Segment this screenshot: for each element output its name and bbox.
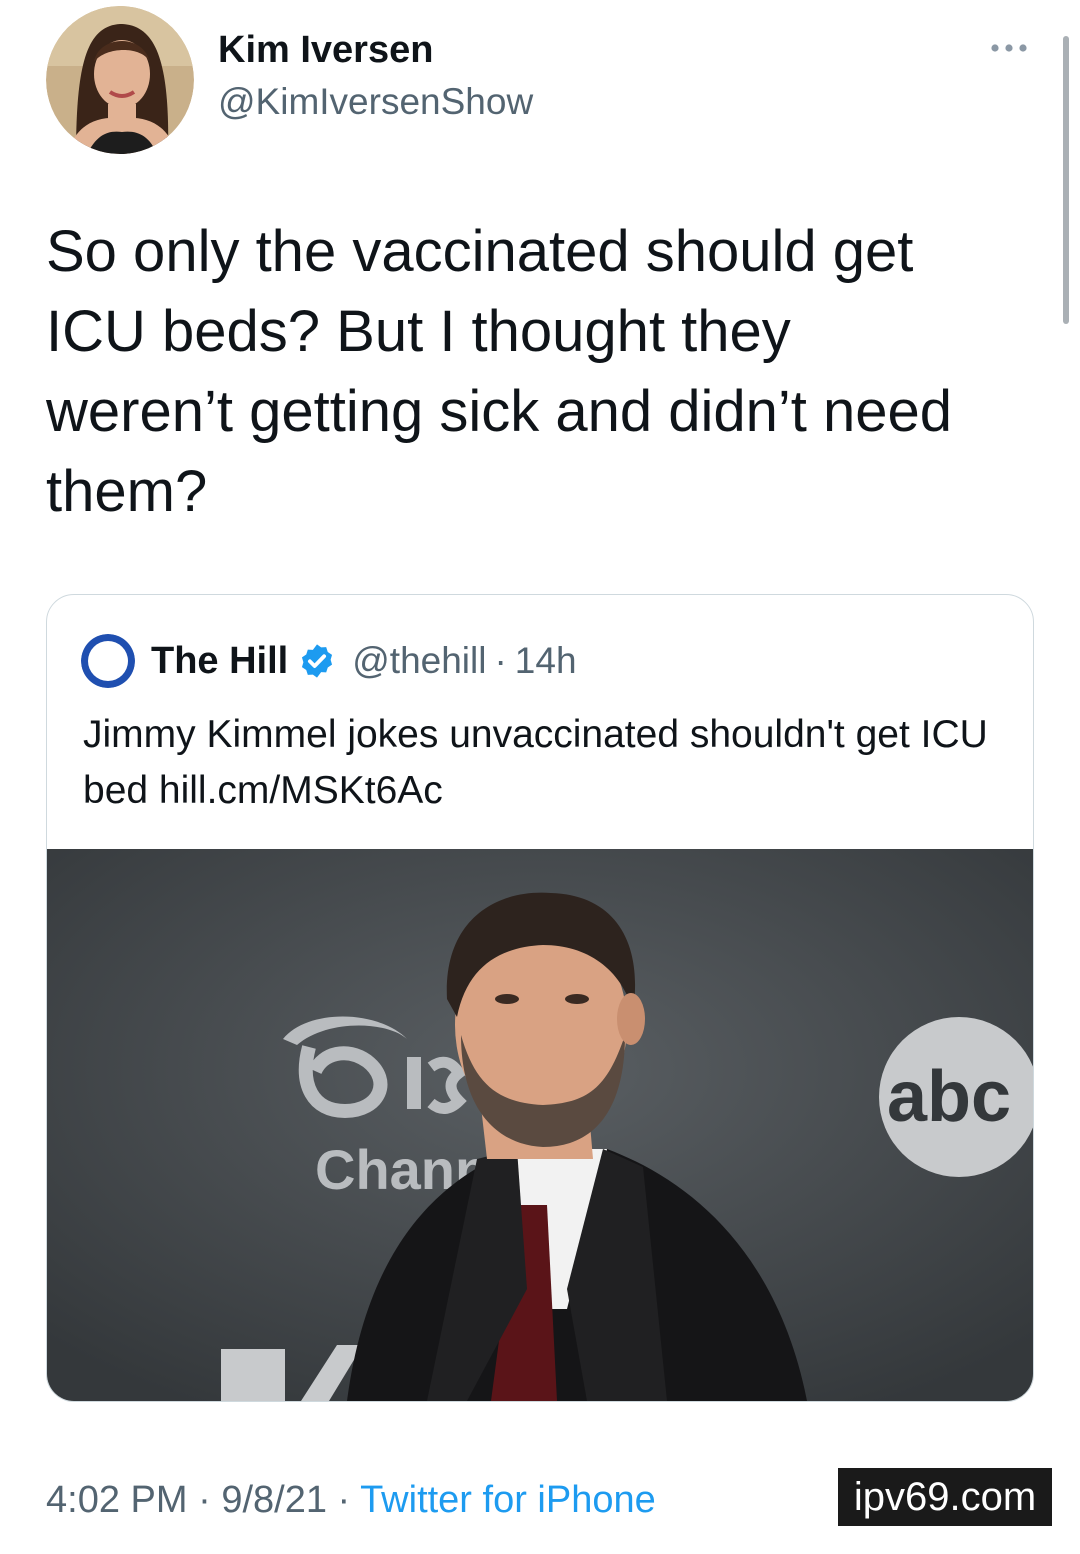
more-horizontal-icon (991, 44, 1027, 52)
tweet-text: So only the vaccinated should get ICU be… (46, 219, 953, 524)
quoted-tweet-text: Jimmy Kimmel jokes unvaccinated shouldn'… (83, 713, 988, 812)
watermark: ipv69.com (838, 1468, 1052, 1526)
scrollbar[interactable] (1063, 36, 1069, 324)
tweet-date[interactable]: 9/8/21 (221, 1479, 327, 1521)
footer-separator: · (326, 1479, 361, 1521)
separator-dot: · (494, 640, 507, 681)
avatar-photo (46, 6, 194, 154)
quoted-tweet-header: The Hill @thehill · 14h (81, 634, 577, 688)
tweet-time[interactable]: 4:02 PM (46, 1479, 188, 1521)
quoted-tweet-time[interactable]: 14h (515, 640, 577, 682)
jimmy-kimmel-photo: Chann abc (47, 849, 1033, 1401)
tweet-footer: 4:02 PM · 9/8/21 · Twitter for iPhone (46, 1476, 656, 1524)
author-avatar[interactable] (46, 6, 194, 154)
more-options-button[interactable] (986, 36, 1032, 60)
author-name[interactable]: Kim Iversen (218, 26, 433, 74)
verified-badge-icon (302, 644, 333, 678)
quoted-tweet-card[interactable]: The Hill @thehill · 14h Jimmy Kimmel jok… (46, 594, 1034, 1402)
tweet-source-link[interactable]: Twitter for iPhone (360, 1479, 656, 1521)
abc-logo-text: abc (887, 1057, 1011, 1137)
quoted-tweet-image[interactable]: Chann abc (47, 849, 1033, 1401)
the-hill-logo-icon (81, 634, 135, 688)
quoted-author-name[interactable]: The Hill (151, 640, 288, 683)
footer-separator: · (187, 1479, 222, 1521)
author-handle[interactable]: @KimIversenShow (218, 79, 533, 125)
quoted-author-handle[interactable]: @thehill (352, 640, 486, 682)
